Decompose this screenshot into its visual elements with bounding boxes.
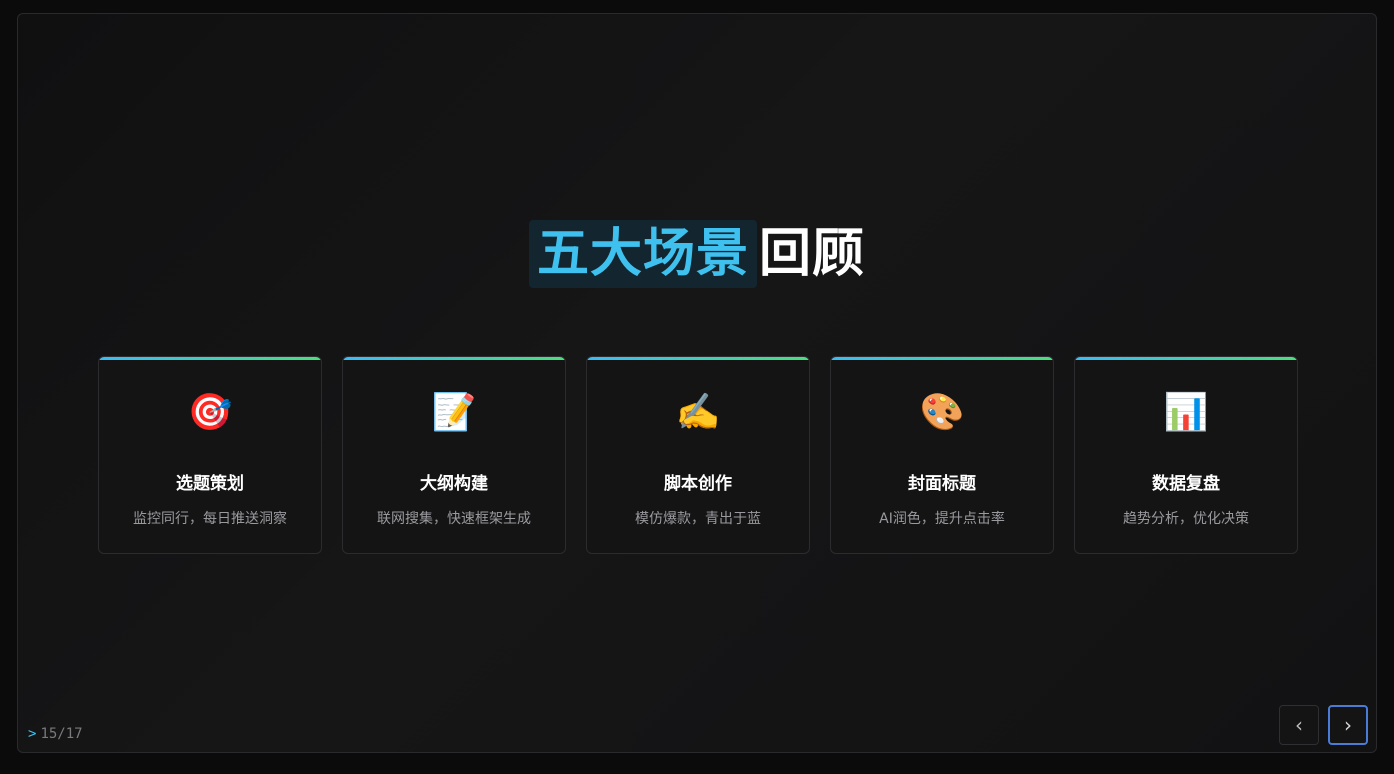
title-rest: 回顾 — [759, 224, 866, 284]
scenario-card: 📊 数据复盘 趋势分析，优化决策 — [1074, 356, 1298, 554]
bar-chart-icon: 📊 — [1163, 392, 1209, 433]
chevron-left-icon: ‹ — [1295, 713, 1303, 737]
scenario-card: 🎨 封面标题 AI润色，提升点击率 — [830, 356, 1054, 554]
scenario-cards: 🎯 选题策划 监控同行，每日推送洞察 📝 大纲构建 联网搜集，快速框架生成 ✍️… — [98, 356, 1298, 554]
prompt-chevron-icon: > — [28, 726, 37, 742]
card-description: 模仿爆款，青出于蓝 — [635, 511, 761, 527]
previous-slide-button[interactable]: ‹ — [1279, 705, 1319, 745]
writing-hand-icon: ✍️ — [675, 392, 721, 433]
card-title: 数据复盘 — [1152, 474, 1220, 494]
card-title: 大纲构建 — [420, 474, 488, 494]
palette-icon: 🎨 — [919, 392, 965, 433]
next-slide-button[interactable]: › — [1328, 705, 1368, 745]
card-accent-bar — [831, 357, 1053, 360]
card-accent-bar — [587, 357, 809, 360]
target-icon: 🎯 — [187, 392, 233, 433]
card-title: 选题策划 — [176, 474, 244, 494]
card-description: 联网搜集，快速框架生成 — [377, 511, 531, 527]
title-highlight: 五大场景 — [528, 220, 757, 288]
scenario-card: 🎯 选题策划 监控同行，每日推送洞察 — [98, 356, 322, 554]
card-description: 趋势分析，优化决策 — [1123, 511, 1249, 527]
card-description: AI润色，提升点击率 — [879, 511, 1005, 527]
page-number: 15/17 — [40, 726, 83, 742]
card-accent-bar — [343, 357, 565, 360]
card-title: 脚本创作 — [664, 474, 732, 494]
chevron-right-icon: › — [1344, 713, 1352, 737]
scenario-card: ✍️ 脚本创作 模仿爆款，青出于蓝 — [586, 356, 810, 554]
memo-icon: 📝 — [431, 392, 477, 433]
slide-title: 五大场景 回顾 — [18, 220, 1376, 288]
slide: 五大场景 回顾 🎯 选题策划 监控同行，每日推送洞察 📝 大纲构建 联网搜集，快速… — [17, 13, 1377, 753]
card-accent-bar — [1075, 357, 1297, 360]
page-indicator: >15/17 — [28, 726, 83, 742]
card-title: 封面标题 — [908, 474, 976, 494]
scenario-card: 📝 大纲构建 联网搜集，快速框架生成 — [342, 356, 566, 554]
card-description: 监控同行，每日推送洞察 — [133, 511, 287, 527]
card-accent-bar — [99, 357, 321, 360]
